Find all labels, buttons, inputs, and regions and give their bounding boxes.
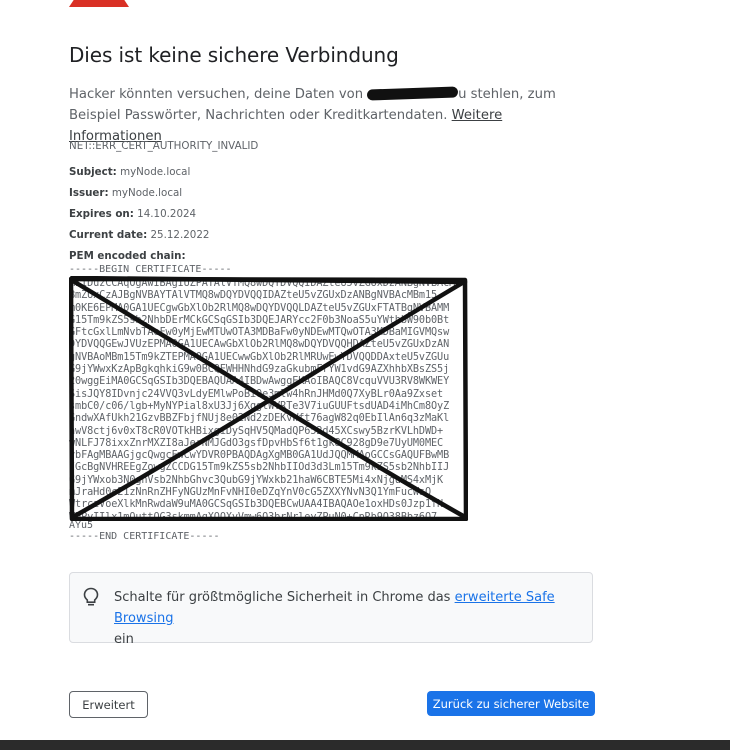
cert-current-date: Current date: 25.12.2022 bbox=[69, 229, 209, 241]
safe-browsing-info-box: Schalte für größtmögliche Sicherheit in … bbox=[69, 572, 593, 647]
cert-issuer-label: Issuer: bbox=[69, 187, 109, 199]
safe-browsing-text-after: ein bbox=[114, 632, 134, 647]
cert-current-label: Current date: bbox=[69, 229, 148, 241]
lightbulb-icon bbox=[83, 587, 99, 606]
page-title: Dies ist keine sichere Verbindung bbox=[69, 43, 399, 67]
pem-end: -----END CERTIFICATE----- bbox=[69, 531, 220, 542]
cert-subject-value: myNode.local bbox=[120, 166, 191, 178]
cert-expires-label: Expires on: bbox=[69, 208, 134, 220]
page-description: Hacker könnten versuchen, deine Daten vo… bbox=[69, 84, 589, 147]
back-to-safety-button[interactable]: Zurück zu sicherer Website bbox=[427, 691, 595, 716]
warning-triangle-icon bbox=[69, 0, 129, 7]
advanced-button[interactable]: Erweitert bbox=[69, 691, 148, 718]
cert-issuer: Issuer: myNode.local bbox=[69, 187, 182, 199]
pem-last-line: AYu5 bbox=[69, 520, 94, 531]
cert-issuer-value: myNode.local bbox=[111, 187, 183, 199]
description-text-before: Hacker könnten versuchen, deine Daten vo… bbox=[69, 87, 364, 102]
pem-label: PEM encoded chain: bbox=[69, 250, 186, 262]
error-code: NET::ERR_CERT_AUTHORITY_INVALID bbox=[69, 140, 259, 152]
cert-current-value: 25.12.2022 bbox=[150, 229, 210, 241]
cert-subject-label: Subject: bbox=[69, 166, 117, 178]
pem-encoded-chain: MIIDuzCCAqOgAwIBAgIUZPATAlVTMQ8wDQYDVQQI… bbox=[69, 276, 468, 521]
safe-browsing-text: Schalte für größtmögliche Sicherheit in … bbox=[114, 587, 584, 650]
safe-browsing-text-before: Schalte für größtmögliche Sicherheit in … bbox=[114, 590, 451, 605]
bottom-bar bbox=[0, 740, 730, 750]
redaction-cross-out bbox=[69, 276, 468, 521]
pem-begin: -----BEGIN CERTIFICATE----- bbox=[69, 264, 232, 275]
cert-expires: Expires on: 14.10.2024 bbox=[69, 208, 196, 220]
redacted-domain bbox=[366, 86, 459, 101]
cert-expires-value: 14.10.2024 bbox=[137, 208, 197, 220]
cert-subject: Subject: myNode.local bbox=[69, 166, 190, 178]
